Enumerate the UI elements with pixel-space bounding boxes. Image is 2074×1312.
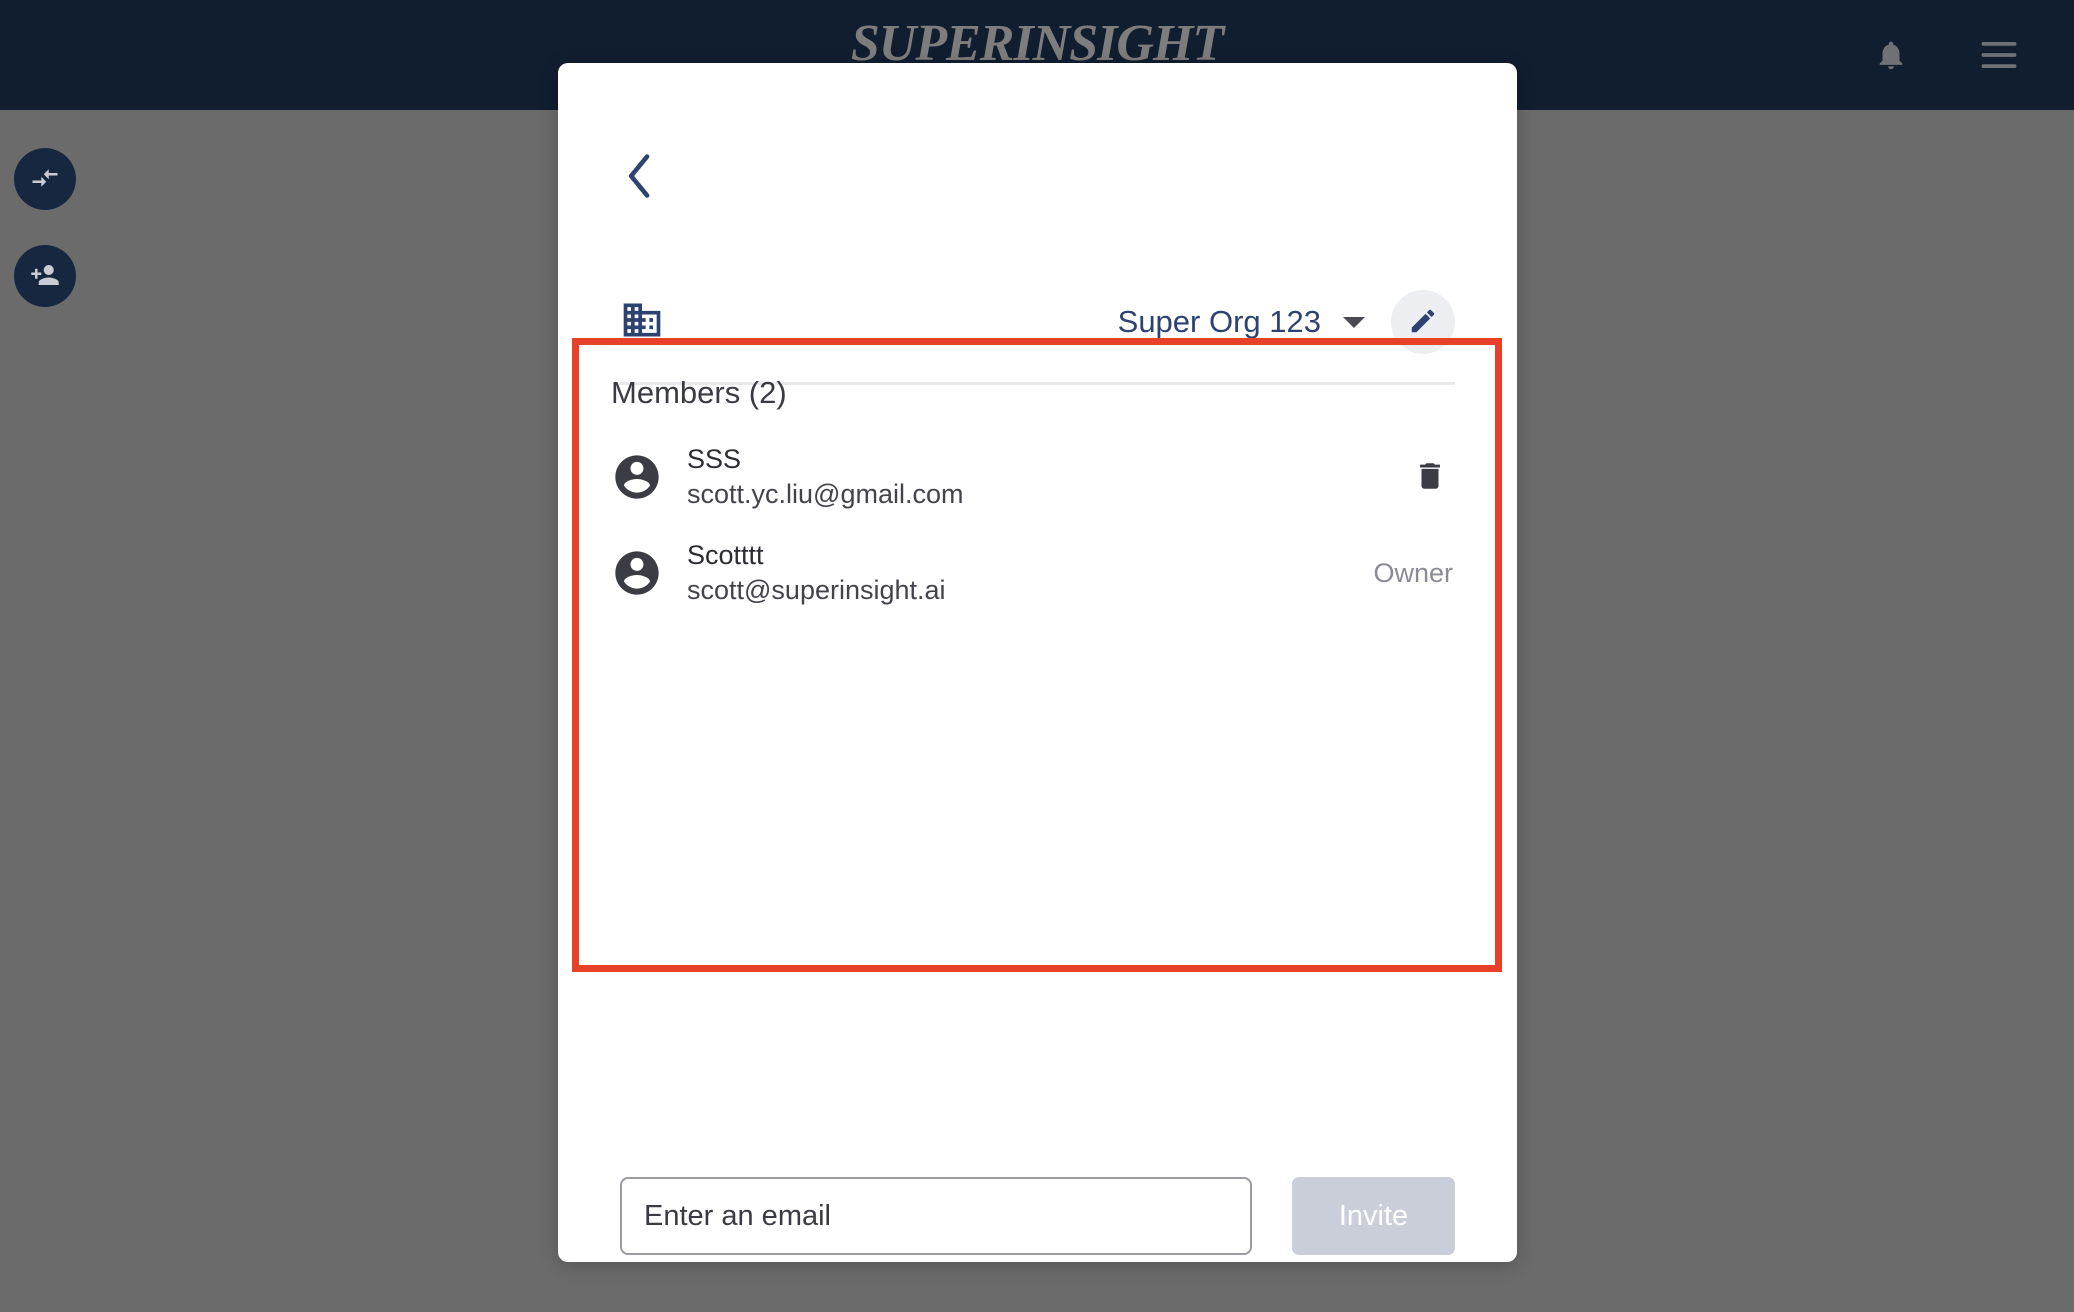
account-circle-icon (611, 451, 663, 503)
hamburger-menu-icon[interactable] (1978, 34, 2020, 76)
member-name: Scotttt (687, 539, 764, 570)
invite-button[interactable]: Invite (1292, 1177, 1455, 1255)
back-button[interactable] (609, 146, 671, 208)
member-role-label: Owner (1373, 557, 1453, 588)
invite-email-input[interactable] (620, 1177, 1252, 1255)
table-row[interactable]: Scotttt scott@superinsight.ai Owner (579, 525, 1495, 621)
left-action-rail (14, 148, 76, 307)
topbar-actions (1870, 0, 2020, 110)
caret-down-icon[interactable] (1343, 316, 1365, 328)
compare-arrows-icon (30, 163, 60, 196)
member-name: SSS (687, 443, 742, 474)
app-background: SUPERINSIGHT Super Org 123 Members (2) S… (0, 0, 2074, 1312)
invite-row: Invite (620, 1177, 1455, 1255)
delete-member-button[interactable] (1407, 454, 1453, 500)
organization-members-modal: Super Org 123 Members (2) SSS scott.yc.l… (558, 63, 1517, 1262)
pencil-edit-icon (1408, 306, 1438, 339)
account-circle-icon (611, 547, 663, 599)
swap-workspace-button[interactable] (14, 148, 76, 210)
member-details: SSS scott.yc.liu@gmail.com (687, 443, 964, 509)
trash-delete-icon (1413, 459, 1447, 496)
members-list: SSS scott.yc.liu@gmail.com Scotttt scott… (579, 429, 1495, 621)
bell-icon[interactable] (1870, 34, 1912, 76)
person-add-icon (30, 260, 60, 293)
add-member-button[interactable] (14, 245, 76, 307)
member-email: scott.yc.liu@gmail.com (687, 478, 964, 509)
table-row[interactable]: SSS scott.yc.liu@gmail.com (579, 429, 1495, 525)
members-heading: Members (2) (611, 375, 787, 410)
member-email: scott@superinsight.ai (687, 574, 946, 605)
member-details: Scotttt scott@superinsight.ai (687, 539, 946, 605)
domain-building-icon (620, 298, 664, 347)
members-section: Members (2) SSS scott.yc.liu@gmail.com S… (579, 345, 1495, 965)
org-name-label[interactable]: Super Org 123 (1118, 304, 1321, 340)
chevron-left-icon (625, 153, 655, 202)
